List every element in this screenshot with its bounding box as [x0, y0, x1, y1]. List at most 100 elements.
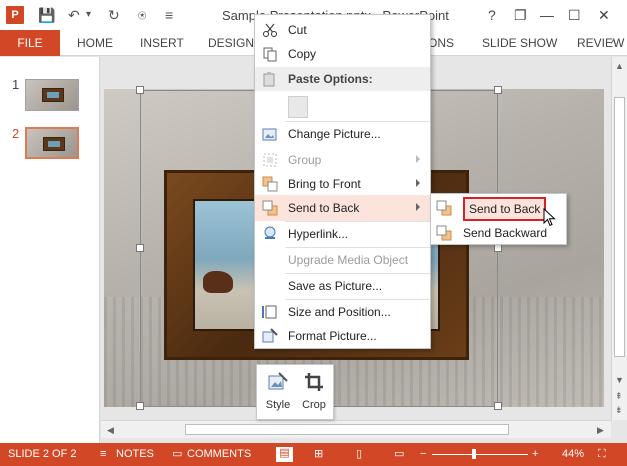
- hyperlink-icon: [264, 226, 276, 239]
- tab-home[interactable]: HOME: [77, 30, 113, 56]
- tab-review[interactable]: REVIEW: [577, 30, 624, 56]
- undo-dropdown-icon[interactable]: ▾: [86, 6, 91, 24]
- horizontal-scroll-thumb[interactable]: [185, 424, 509, 435]
- menu-item-size-and-position[interactable]: Size and Position...: [255, 299, 430, 325]
- ribbon-display-options-button[interactable]: ❐: [514, 6, 527, 24]
- mini-toolbar: Style Crop: [256, 364, 334, 420]
- save-icon[interactable]: 💾: [38, 6, 55, 24]
- comments-button[interactable]: COMMENTS: [187, 443, 251, 466]
- close-button[interactable]: ✕: [598, 6, 610, 24]
- resize-handle[interactable]: [136, 86, 144, 94]
- style-label: Style: [265, 399, 291, 411]
- thumbnail-picture: [43, 137, 65, 151]
- tab-file[interactable]: FILE: [0, 30, 60, 56]
- slide-thumbnail-1[interactable]: [25, 79, 79, 111]
- menu-item-cut[interactable]: Cut: [255, 17, 430, 43]
- style-button[interactable]: Style: [261, 369, 295, 411]
- tab-insert[interactable]: INSERT: [140, 30, 184, 56]
- menu-item-copy[interactable]: Copy: [255, 41, 430, 67]
- tab-animations[interactable]: ONS: [428, 30, 454, 56]
- scroll-left-icon[interactable]: ◀: [107, 425, 114, 436]
- next-slide-icon[interactable]: ⇟: [615, 405, 623, 416]
- resize-handle[interactable]: [494, 244, 502, 252]
- menu-item-label: Change Picture...: [288, 127, 381, 141]
- paste-options-row: [255, 91, 430, 121]
- status-bar: SLIDE 2 OF 2 ≡ NOTES ▭ COMMENTS ▤ ⊞ ▯ ▭ …: [0, 443, 627, 466]
- menu-item-upgrade-media-object: Upgrade Media Object: [255, 247, 430, 273]
- menu-item-label: Format Picture...: [288, 329, 377, 343]
- resize-handle[interactable]: [136, 402, 144, 410]
- zoom-slider-thumb[interactable]: [472, 449, 477, 459]
- previous-slide-icon[interactable]: ⇞: [615, 391, 623, 402]
- thumbnail-number: 1: [12, 77, 20, 92]
- menu-item-hyperlink[interactable]: Hyperlink...: [255, 221, 430, 247]
- menu-item-format-picture[interactable]: Format Picture...: [255, 323, 430, 349]
- fit-slide-icon[interactable]: ⛶: [598, 443, 606, 466]
- paste-icon: [263, 72, 275, 87]
- menu-item-label: Paste Options:: [288, 72, 373, 86]
- comments-icon[interactable]: ▭: [172, 443, 182, 466]
- paste-options-header: Paste Options:: [255, 67, 430, 91]
- resize-handle[interactable]: [494, 402, 502, 410]
- send-to-back-icon: [436, 200, 452, 216]
- send-to-back-icon: [262, 200, 278, 216]
- notes-button[interactable]: NOTES: [116, 443, 154, 466]
- resize-handle[interactable]: [136, 244, 144, 252]
- customize-qat-icon[interactable]: ≡: [165, 6, 173, 24]
- slide-show-view-icon[interactable]: ▭: [394, 443, 404, 466]
- submenu-arrow-icon: [416, 155, 420, 163]
- bring-to-front-icon: [262, 176, 278, 192]
- thumbnail-picture: [42, 88, 64, 102]
- notes-icon[interactable]: ≡: [100, 443, 106, 466]
- menu-item-label: Save as Picture...: [288, 279, 383, 293]
- thumbnail-number: 2: [12, 126, 20, 141]
- menu-item-send-to-back[interactable]: Send to Back: [255, 195, 430, 221]
- tab-slide-show[interactable]: SLIDE SHOW: [482, 30, 557, 56]
- undo-icon[interactable]: ↶: [68, 6, 80, 24]
- slide-thumbnail-pane: 1 2: [0, 57, 100, 443]
- mouse-cursor-icon: [543, 208, 556, 227]
- format-picture-icon: [262, 328, 278, 343]
- zoom-slider-track[interactable]: [432, 449, 528, 459]
- scroll-right-icon[interactable]: ▶: [597, 425, 604, 436]
- powerpoint-app-icon[interactable]: P: [6, 6, 24, 24]
- menu-item-bring-to-front[interactable]: Bring to Front: [255, 171, 430, 197]
- paste-keep-source-icon[interactable]: [288, 96, 308, 118]
- send-backward-icon: [436, 225, 452, 241]
- menu-item-change-picture[interactable]: Change Picture...: [255, 121, 430, 147]
- redo-icon[interactable]: ↻: [108, 6, 120, 24]
- start-from-beginning-icon[interactable]: ⍟: [138, 6, 146, 24]
- slide-sorter-view-icon[interactable]: ⊞: [314, 443, 323, 466]
- crop-button[interactable]: Crop: [297, 369, 331, 411]
- menu-item-label: Upgrade Media Object: [288, 253, 409, 267]
- maximize-button[interactable]: ☐: [568, 6, 581, 24]
- vertical-scroll-thumb[interactable]: [614, 97, 625, 357]
- reading-view-icon[interactable]: ▯: [356, 443, 362, 466]
- slide-thumbnail-2[interactable]: [25, 127, 79, 159]
- group-icon: [263, 153, 277, 167]
- zoom-level[interactable]: 44%: [562, 443, 584, 466]
- scroll-down-icon[interactable]: ▼: [615, 375, 624, 385]
- scroll-up-icon[interactable]: ▲: [615, 61, 624, 71]
- menu-item-label: Hyperlink...: [288, 227, 349, 241]
- horizontal-scrollbar[interactable]: ◀ ▶: [101, 420, 611, 438]
- menu-item-label: Cut: [288, 23, 307, 37]
- menu-item-group: Group: [255, 147, 430, 173]
- submenu-item-label: Send to Back: [463, 197, 547, 221]
- scissors-icon: [263, 23, 277, 37]
- tab-design[interactable]: DESIGN: [208, 30, 254, 56]
- zoom-in-button[interactable]: +: [532, 443, 538, 466]
- submenu-arrow-icon: [416, 179, 420, 187]
- menu-item-label: Group: [288, 153, 322, 167]
- help-button[interactable]: ?: [488, 6, 496, 24]
- resize-handle[interactable]: [494, 86, 502, 94]
- minimize-button[interactable]: —: [540, 6, 554, 24]
- vertical-scrollbar[interactable]: ▲ ▼ ⇞ ⇟: [611, 57, 627, 420]
- menu-item-label: Bring to Front: [288, 177, 361, 191]
- normal-view-icon[interactable]: ▤: [276, 447, 293, 462]
- change-picture-icon: [262, 128, 277, 141]
- slide-indicator: SLIDE 2 OF 2: [8, 448, 77, 460]
- menu-item-save-as-picture[interactable]: Save as Picture...: [255, 273, 430, 299]
- crop-label: Crop: [302, 399, 326, 411]
- zoom-out-button[interactable]: −: [420, 443, 426, 466]
